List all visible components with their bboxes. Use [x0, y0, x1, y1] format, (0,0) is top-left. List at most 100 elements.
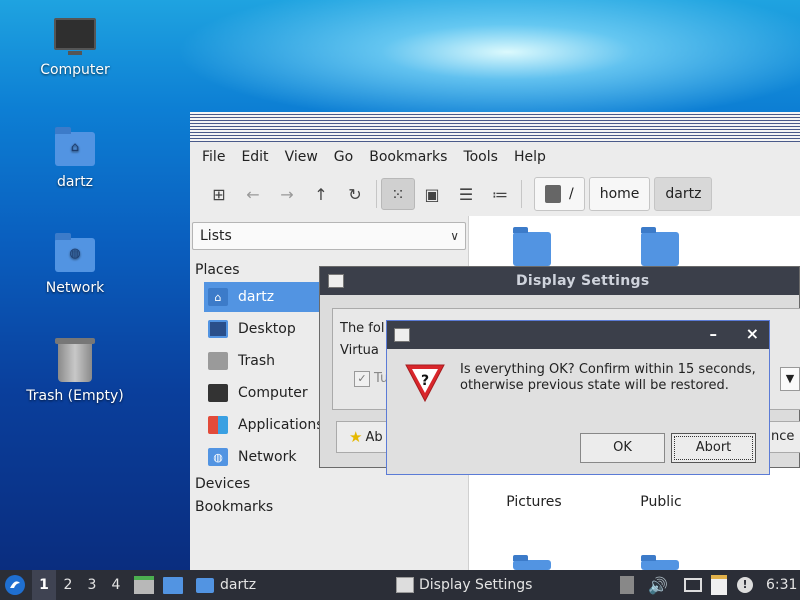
breadcrumb-root[interactable]: / — [534, 177, 585, 211]
file-manager-titlebar[interactable] — [190, 112, 800, 142]
folder-icon[interactable] — [641, 555, 679, 570]
minimize-button[interactable]: – — [710, 325, 718, 343]
up-arrow-icon: ↑ — [314, 184, 328, 204]
folder-icon[interactable] — [513, 227, 551, 266]
toolbar-separator — [376, 180, 377, 208]
trash-icon — [208, 352, 228, 370]
start-menu-button[interactable] — [4, 570, 26, 600]
up-button[interactable]: ↑ — [304, 178, 338, 210]
desktop-icon-network[interactable]: ◍ Network — [0, 233, 150, 296]
new-tab-button[interactable]: ⊞ — [202, 178, 236, 210]
menu-help[interactable]: Help — [506, 149, 554, 165]
compact-view-button[interactable]: ☰ — [449, 178, 483, 210]
workspace-2[interactable]: 2 — [56, 570, 80, 600]
forward-arrow-icon: → — [280, 184, 294, 204]
breadcrumb-label: dartz — [665, 186, 702, 202]
desktop-icon-computer[interactable]: Computer — [0, 18, 150, 78]
desktop-icon-trash[interactable]: Trash (Empty) — [0, 338, 150, 404]
breadcrumb-dartz[interactable]: dartz — [654, 177, 713, 211]
wallpaper-glow — [150, 0, 800, 130]
abort-button[interactable]: Abort — [671, 433, 756, 463]
sidebar-item-label: Network — [238, 449, 297, 465]
menu-view[interactable]: View — [277, 149, 326, 165]
breadcrumb-label: home — [599, 186, 640, 202]
confirm-titlebar[interactable]: – × — [387, 321, 769, 349]
menu-edit[interactable]: Edit — [233, 149, 276, 165]
menu-go[interactable]: Go — [326, 149, 361, 165]
side-pane-mode-select[interactable]: Lists ∨ — [192, 222, 466, 250]
window-icon — [394, 328, 410, 342]
desktop-icon-label: Computer — [40, 62, 110, 78]
svg-text:?: ? — [421, 373, 429, 389]
warning-icon: ? — [403, 361, 447, 409]
eject-icon — [620, 576, 634, 594]
sidebar-item-label: Trash — [238, 353, 275, 369]
workspace-4[interactable]: 4 — [104, 570, 128, 600]
computer-icon — [208, 384, 228, 402]
clock[interactable]: 6:31 — [766, 570, 797, 600]
display-settings-titlebar[interactable]: Display Settings — [320, 267, 799, 295]
taskbar-window-dartz[interactable]: dartz — [196, 570, 256, 600]
menu-bookmarks[interactable]: Bookmarks — [361, 149, 455, 165]
network-folder-icon: ◍ — [55, 233, 95, 272]
virtual-group-label: Virtua — [340, 343, 379, 358]
network-icon: ◍ — [208, 448, 228, 466]
info-icon: ! — [737, 577, 753, 593]
detail-view-button[interactable]: ≔ — [483, 178, 517, 210]
reload-icon: ↻ — [348, 184, 362, 204]
home-folder-icon: ⌂ — [208, 288, 228, 306]
taskbar-window-label: dartz — [220, 577, 257, 593]
trash-icon — [55, 338, 95, 382]
checkbox[interactable]: ✓ — [354, 371, 370, 387]
icon-view-button[interactable]: ⁙ — [381, 178, 415, 210]
computer-icon — [54, 18, 96, 55]
desktop-icon-label: dartz — [56, 174, 94, 190]
home-folder-icon: ⌂ — [55, 127, 95, 166]
back-button[interactable]: ← — [236, 178, 270, 210]
thumbnail-view-button[interactable]: ▣ — [415, 178, 449, 210]
dropdown-button[interactable]: ▼ — [780, 367, 800, 391]
taskbar-window-label: Display Settings — [419, 577, 533, 593]
sidebar-item-label: Applications — [238, 417, 324, 433]
image-icon: ▣ — [424, 184, 440, 204]
desktop-icon-home[interactable]: ⌂ dartz — [0, 127, 150, 190]
update-notifier-button[interactable]: ! — [737, 570, 753, 600]
network-wired-icon — [684, 578, 702, 592]
ok-button[interactable]: OK — [580, 433, 665, 463]
window-icon — [396, 577, 414, 593]
desktop-icon — [163, 576, 183, 594]
toolbar-separator — [521, 180, 522, 208]
network-tray-button[interactable] — [684, 570, 702, 600]
star-icon: ★ — [349, 428, 363, 446]
menu-file[interactable]: File — [194, 149, 233, 165]
desktop-icon-label: Network — [45, 280, 105, 296]
folder-label-public[interactable]: Public — [611, 494, 711, 510]
confirm-dialog: – × ? Is everything OK? Confirm within 1… — [386, 320, 770, 475]
close-button[interactable]: × — [746, 324, 759, 343]
workspace-3[interactable]: 3 — [80, 570, 104, 600]
volume-button[interactable]: 🔊 — [648, 570, 668, 600]
forward-button[interactable]: → — [270, 178, 304, 210]
eject-button[interactable] — [620, 570, 634, 600]
workspace-switcher: 1 2 3 4 — [32, 570, 128, 600]
places-header: Places — [195, 262, 240, 278]
sidebar-item-label: dartz — [238, 289, 275, 305]
grid-icon: ⁙ — [391, 184, 405, 204]
applications-icon — [208, 416, 228, 434]
show-desktop-button[interactable] — [163, 570, 183, 600]
folder-icon[interactable] — [513, 555, 551, 570]
folder-label-pictures[interactable]: Pictures — [484, 494, 584, 510]
file-manager-launcher[interactable] — [134, 570, 154, 600]
workspace-1[interactable]: 1 — [32, 570, 56, 600]
menu-tools[interactable]: Tools — [455, 149, 506, 165]
reload-button[interactable]: ↻ — [338, 178, 372, 210]
file-manager-icon — [134, 576, 154, 594]
taskbar-window-display-settings[interactable]: Display Settings — [396, 570, 532, 600]
bookmarks-header: Bookmarks — [195, 499, 274, 515]
clipboard-button[interactable] — [711, 570, 727, 600]
documents-folder-icon[interactable] — [641, 227, 679, 266]
clipboard-icon — [711, 575, 727, 595]
breadcrumb-home[interactable]: home — [588, 177, 651, 211]
speaker-icon: 🔊 — [648, 575, 668, 595]
window-title: Display Settings — [516, 273, 650, 289]
